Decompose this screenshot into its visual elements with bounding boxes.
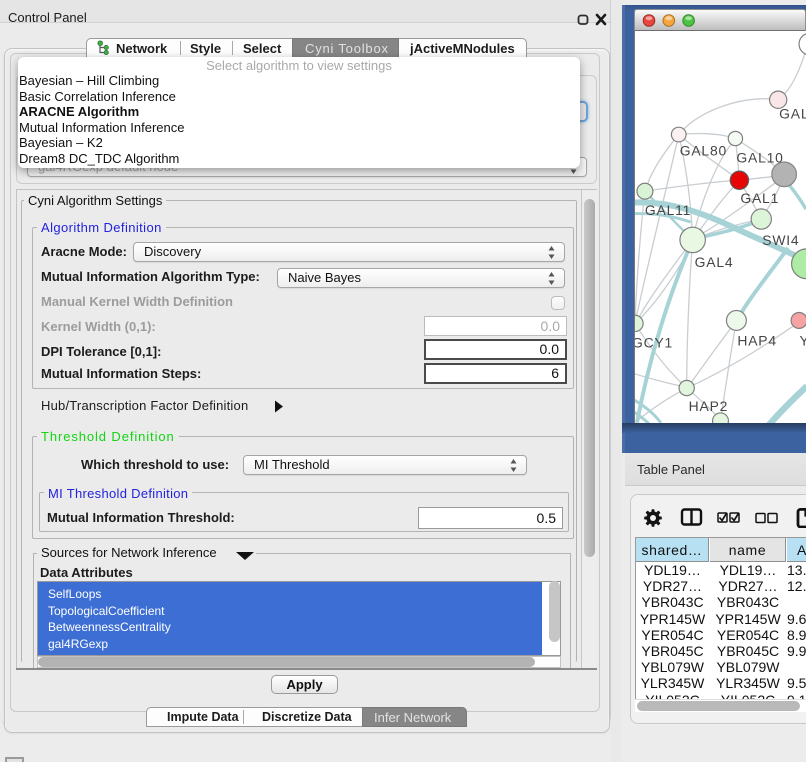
- svg-text:GAL1: GAL1: [740, 190, 779, 206]
- svg-text:HAP2: HAP2: [689, 398, 729, 414]
- svg-text:GAL11: GAL11: [645, 202, 691, 218]
- svg-text:GAL7: GAL7: [779, 106, 806, 122]
- svg-text:SWI4: SWI4: [762, 232, 799, 248]
- svg-text:GAL10: GAL10: [736, 149, 783, 165]
- svg-text:Y: Y: [800, 332, 806, 348]
- svg-text:GAL4: GAL4: [695, 254, 734, 270]
- svg-text:GCY1: GCY1: [634, 334, 673, 350]
- svg-text:HAP4: HAP4: [737, 332, 777, 348]
- svg-text:GAL80: GAL80: [680, 142, 727, 158]
